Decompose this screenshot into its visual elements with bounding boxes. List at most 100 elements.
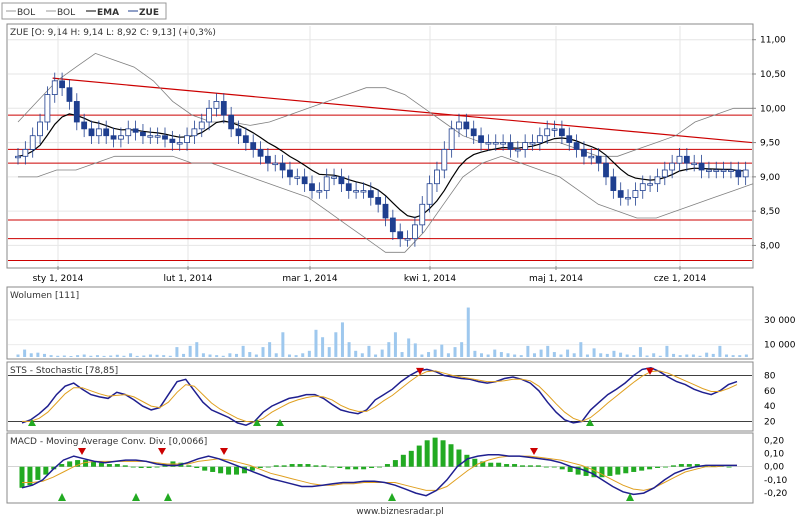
candle-body [51,80,58,95]
candle-body [191,128,198,137]
candle-body [331,176,337,179]
candle-body [492,142,499,145]
macd-histogram-bar [186,465,192,467]
volume-bar [638,347,642,357]
candle-body [29,135,36,150]
candle-body [176,142,183,145]
macd-histogram-bar [432,437,438,467]
volume-bar [23,349,27,357]
macd-histogram-bar [647,466,653,470]
candle-body [573,142,580,150]
volume-bar [360,353,364,357]
macd-histogram-bar [488,462,494,467]
candle-body [735,169,742,178]
macd-histogram-bar [122,465,128,467]
macd-histogram-bar [19,466,25,488]
volume-bar [182,353,186,357]
candle-body [375,197,382,205]
candle-body [287,169,293,178]
macd-histogram-bar [313,465,319,467]
x-tick-label: kwi 1, 2014 [404,274,457,284]
volume-bar [652,353,656,357]
candle-body [529,142,536,145]
volume-bar [301,353,305,357]
x-tick-label: lut 1, 2014 [164,274,213,284]
macd-histogram-bar [408,450,414,467]
macd-histogram-bar [202,466,208,471]
macd-histogram-bar [345,466,351,470]
volume-bar [122,355,126,357]
volume-bar [294,355,298,357]
macd-histogram-bar [321,465,327,467]
candle-body [676,155,683,164]
candle-body [603,162,609,178]
macd-histogram-bar [305,464,311,467]
macd-histogram-bar [114,464,120,467]
volume-bar [201,353,205,357]
candle-body [647,183,653,186]
stochastic-tick-label: 20 [764,417,776,427]
macd-histogram-bar [400,454,406,467]
volume-bar [89,355,93,357]
volume-bar [215,355,219,357]
volume-bar [705,352,709,357]
candle-body [220,101,227,116]
volume-bar [221,355,225,357]
candle-body [242,135,249,143]
volume-bar [142,355,146,357]
volume-bar [380,349,384,357]
volume-bar [579,342,583,357]
macd-histogram-bar [35,466,41,480]
volume-bar [453,347,457,357]
candle-body [279,162,286,171]
volume-bar [241,345,245,357]
volume-bar [36,352,40,357]
volume-bar [62,355,66,357]
volume-bar [427,352,431,357]
volume-bar [228,353,232,357]
volume-bar [546,345,550,357]
macd-panel-title: MACD - Moving Average Conv. Div. [0,0066… [10,437,207,447]
candle-body [44,94,51,123]
candle-body [706,169,712,172]
macd-histogram-bar [527,465,533,467]
volume-bar [731,355,735,357]
candle-body [625,197,631,200]
candle-body [448,128,455,150]
candle-body [426,183,433,205]
volume-bar [168,355,172,357]
volume-bar [460,342,464,357]
volume-bar [82,354,86,357]
volume-bar [725,354,729,357]
macd-histogram-bar [106,464,112,467]
candle-body [360,190,367,193]
candle-body [728,169,734,172]
volume-bar [559,354,563,357]
candle-body [132,128,139,133]
x-tick-label: cze 1, 2014 [654,274,707,284]
macd-histogram-bar [210,466,216,472]
volume-bar [420,354,424,357]
macd-histogram-bar [496,462,502,467]
stochastic-tick-label: 40 [764,402,776,412]
legend: BOL BOL EMA ZUE [1,2,167,20]
candle-body [661,169,668,178]
volume-bar [493,349,497,357]
macd-histogram-bar [194,466,200,468]
candle-body [669,162,676,171]
candle-body [81,121,88,130]
volume-bar [314,329,318,357]
volume-tick-label: 30 000 [764,316,796,326]
volume-bar [685,354,689,357]
volume-bar [268,342,272,357]
volume-bar [393,332,397,357]
candle-body [639,183,646,191]
candle-body [382,203,389,219]
volume-bar [691,354,695,357]
macd-histogram-bar [639,466,645,471]
volume-bar [129,353,133,357]
candle-body [198,121,205,130]
candle-body [507,142,514,150]
candle-body [654,176,661,185]
price-tick-label: 10,50 [760,70,786,80]
